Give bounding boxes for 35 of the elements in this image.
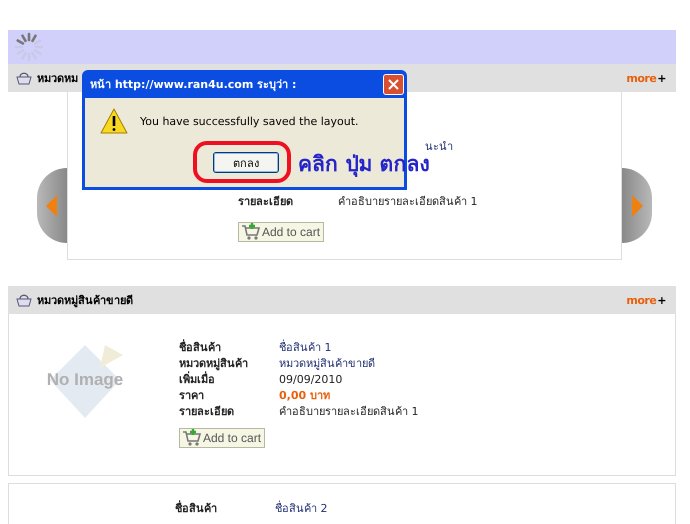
more-link[interactable]: more+: [626, 294, 666, 306]
section-title: หมวดหมู่สินค้าขายดี: [37, 293, 133, 309]
close-icon: [388, 78, 399, 90]
dialog-message: You have successfully saved the layout.: [140, 114, 359, 128]
section-title: หมวดหม: [37, 71, 78, 87]
field-value[interactable]: หมวดหมู่สินค้าขายดี: [279, 356, 375, 372]
add-to-cart-button[interactable]: Add to cart: [179, 428, 266, 448]
field-value: คำอธิบายรายละเอียดสินค้า 1: [338, 194, 478, 210]
close-button[interactable]: [383, 74, 404, 94]
more-link[interactable]: more+: [626, 72, 666, 84]
field-label: ชื่อสินค้า: [175, 501, 218, 517]
field-label: ชื่อสินค้า: [179, 340, 222, 356]
cart-icon: [241, 223, 261, 241]
field-label: รายละเอียด: [179, 404, 235, 420]
field-label: รายละเอียด: [238, 194, 294, 210]
field-label: เพิ่มเมื่อ: [179, 372, 215, 388]
left-triangle-icon: [46, 194, 58, 216]
field-label: ราคา: [179, 388, 205, 404]
basket-icon: [16, 293, 32, 307]
right-triangle-icon: [631, 194, 643, 216]
warning-icon: [100, 108, 128, 134]
product-category-text: นะนำ: [425, 139, 453, 155]
price-value: 0,00 บาท: [279, 388, 330, 404]
loading-spinner-icon: [14, 32, 44, 62]
field-value[interactable]: ชื่อสินค้า 2: [275, 501, 328, 517]
ok-button[interactable]: ตกลง: [213, 152, 279, 173]
field-value: คำอธิบายรายละเอียดสินค้า 1: [279, 404, 418, 420]
no-image-text: No Image: [46, 370, 124, 390]
field-value: 09/09/2010: [279, 372, 342, 388]
dialog-title: หน้า http://www.ran4u.com ระบุว่า :: [90, 77, 296, 93]
add-to-cart-button[interactable]: Add to cart: [238, 222, 324, 242]
field-value[interactable]: ชื่อสินค้า 1: [279, 340, 332, 356]
cart-icon: [182, 429, 202, 447]
basket-icon: [16, 71, 32, 85]
field-label: หมวดหมู่สินค้า: [179, 356, 249, 372]
